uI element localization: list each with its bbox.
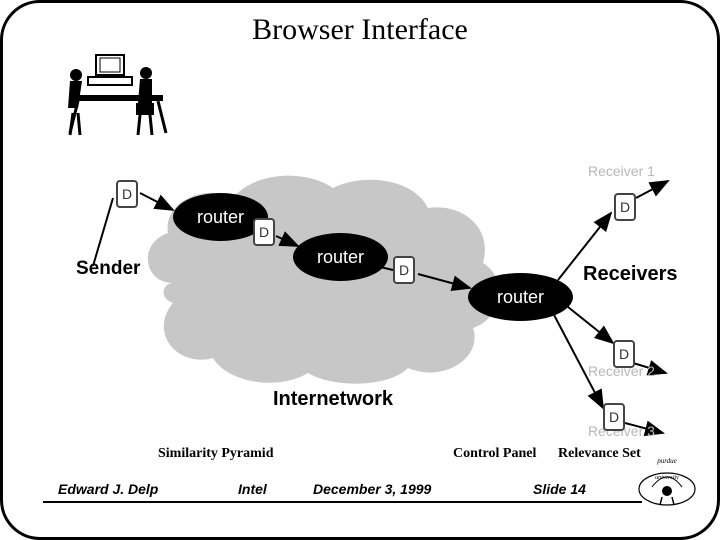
receiver-1-label: Receiver 1 [588,163,655,179]
packet-box: D [253,218,275,246]
page-title: Browser Interface [3,13,717,47]
receivers-label: Receivers [583,263,678,286]
packet-box: D [393,256,415,284]
footer-author: Edward J. Delp [58,481,158,497]
router-label: router [497,287,544,308]
network-diagram: router router router D D D D D D Sender … [58,138,678,433]
purdue-logo: purdue university [632,449,702,509]
caption-relevance-set: Relevance Set [558,446,641,462]
footer-org: Intel [238,481,267,497]
footer-divider [43,501,642,503]
caption-control-panel: Control Panel [453,446,536,462]
slide-frame: Browser Interface [0,0,720,540]
router-label: router [197,207,244,228]
sender-label: Sender [76,258,140,280]
packet-box: D [613,340,635,368]
footer-slide-number: Slide 14 [533,481,586,497]
packet-box: D [603,403,625,431]
router-node-2: router [293,233,388,281]
svg-text:purdue: purdue [656,457,677,465]
clipart-people-computer [58,53,178,138]
router-label: router [317,247,364,268]
packet-box: D [116,180,138,208]
caption-similarity-pyramid: Similarity Pyramid [158,446,274,462]
internetwork-label: Internetwork [273,388,393,411]
footer-date: December 3, 1999 [313,481,431,497]
router-node-3: router [468,273,573,321]
svg-text:university: university [655,475,679,481]
slide-footer: Edward J. Delp Intel December 3, 1999 Sl… [3,479,717,519]
packet-box: D [614,193,636,221]
